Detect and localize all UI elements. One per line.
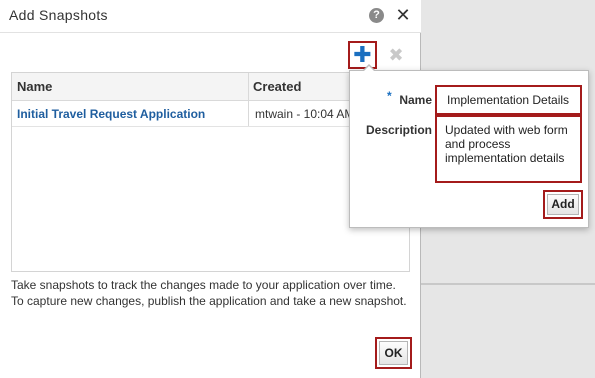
description-label: Description (365, 123, 432, 137)
name-label: Name (399, 93, 432, 107)
background-divider (421, 283, 595, 285)
snapshot-help-text: Take snapshots to track the changes made… (11, 278, 407, 308)
close-icon[interactable]: ✕ (395, 5, 411, 25)
snapshot-name-input[interactable] (439, 89, 578, 111)
description-field-highlight: Updated with web form and process implem… (435, 115, 582, 183)
popup-pointer-fill (363, 66, 375, 72)
header-divider (0, 32, 421, 33)
snapshot-description-input[interactable]: Updated with web form and process implem… (439, 119, 578, 179)
ok-highlight: OK (375, 337, 412, 369)
add-button-highlight: Add (543, 190, 583, 219)
delete-icon: ✖ (388, 45, 404, 65)
add-button[interactable]: Add (547, 194, 579, 215)
dialog-header: Add Snapshots ? ✕ (0, 0, 421, 32)
name-field-highlight (435, 85, 582, 115)
dialog-title: Add Snapshots (9, 7, 108, 23)
ok-button[interactable]: OK (379, 341, 408, 365)
snapshot-name-link[interactable]: Initial Travel Request Application (17, 101, 247, 127)
column-header-name[interactable]: Name (17, 73, 247, 101)
help-icon[interactable]: ? (369, 8, 384, 23)
required-marker: * (387, 89, 392, 103)
